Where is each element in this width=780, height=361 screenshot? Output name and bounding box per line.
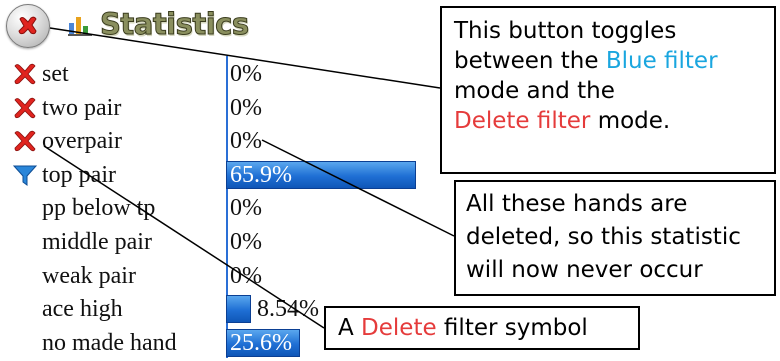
callout-text: All these hands are — [466, 191, 688, 217]
statistic-row[interactable]: set 0% — [0, 58, 380, 92]
callout-text: Delete filter mode. — [454, 106, 762, 136]
statistic-label: two pair — [42, 94, 122, 121]
statistic-value: 0% — [230, 128, 262, 155]
filter-mode-toggle-button[interactable] — [6, 4, 50, 48]
statistic-row[interactable]: ace high 8.54% — [0, 293, 380, 327]
statistic-value: 0% — [230, 61, 262, 87]
statistic-value: 0% — [230, 262, 262, 289]
bar-chart-icon — [68, 17, 92, 36]
statistic-value: 0% — [230, 94, 262, 121]
callout-text: mode. — [590, 108, 671, 134]
statistic-label: pp below tp — [42, 195, 156, 222]
statistic-label: set — [42, 61, 69, 87]
statistic-value: 8.54% — [257, 296, 319, 323]
deleted-hands-callout: All these hands are deleted, so this sta… — [454, 180, 776, 296]
blue-funnel-icon[interactable] — [12, 163, 38, 187]
delete-label: Delete — [361, 315, 437, 341]
statistic-bar — [226, 295, 251, 324]
statistic-label: top pair — [42, 161, 116, 188]
statistic-label: no made hand — [42, 329, 177, 356]
statistic-row[interactable]: middle pair 0% — [0, 226, 380, 260]
delete-symbol-callout: A Delete filter symbol — [324, 306, 640, 350]
statistic-row[interactable]: top pair 65.9% — [0, 159, 416, 193]
callout-text: between the Blue filter — [454, 46, 762, 76]
statistic-row[interactable]: pp below tp 0% — [0, 192, 380, 226]
statistic-row[interactable]: two pair 0% — [0, 92, 380, 126]
callout-text: filter symbol — [436, 315, 588, 341]
statistics-panel: Statistics set 0% two pair 0% overpair 0% top … — [0, 0, 780, 361]
callout-text: This button toggles — [454, 18, 677, 44]
statistic-label: weak pair — [42, 262, 136, 289]
statistic-label: middle pair — [42, 229, 152, 255]
callout-text: will now never occur — [466, 257, 703, 283]
statistic-label: overpair — [42, 128, 122, 155]
statistic-value: 25.6% — [230, 329, 292, 356]
statistic-label: ace high — [42, 296, 123, 323]
page-title: Statistics — [100, 7, 250, 42]
blue-filter-label: Blue filter — [605, 48, 718, 74]
callout-text: between the — [454, 48, 606, 74]
callout-text: A — [338, 315, 362, 341]
statistics-header: Statistics — [6, 4, 286, 48]
statistic-value: 0% — [230, 229, 262, 255]
statistic-value: 65.9% — [230, 161, 292, 188]
red-x-icon[interactable] — [12, 129, 38, 153]
callout-text: deleted, so this statistic — [466, 224, 741, 250]
toggle-mode-callout: This button toggles between the Blue fil… — [440, 6, 776, 174]
statistic-row[interactable]: no made hand 25.6% — [0, 327, 380, 361]
statistic-row[interactable]: weak pair 0% — [0, 260, 380, 294]
red-x-icon[interactable] — [12, 96, 38, 120]
red-x-circle-icon — [18, 16, 37, 35]
red-x-icon[interactable] — [12, 62, 38, 86]
callout-text: mode and the — [454, 78, 615, 104]
statistic-row[interactable]: overpair 0% — [0, 125, 380, 159]
statistic-value: 0% — [230, 195, 262, 222]
delete-filter-label: Delete filter — [454, 108, 591, 134]
